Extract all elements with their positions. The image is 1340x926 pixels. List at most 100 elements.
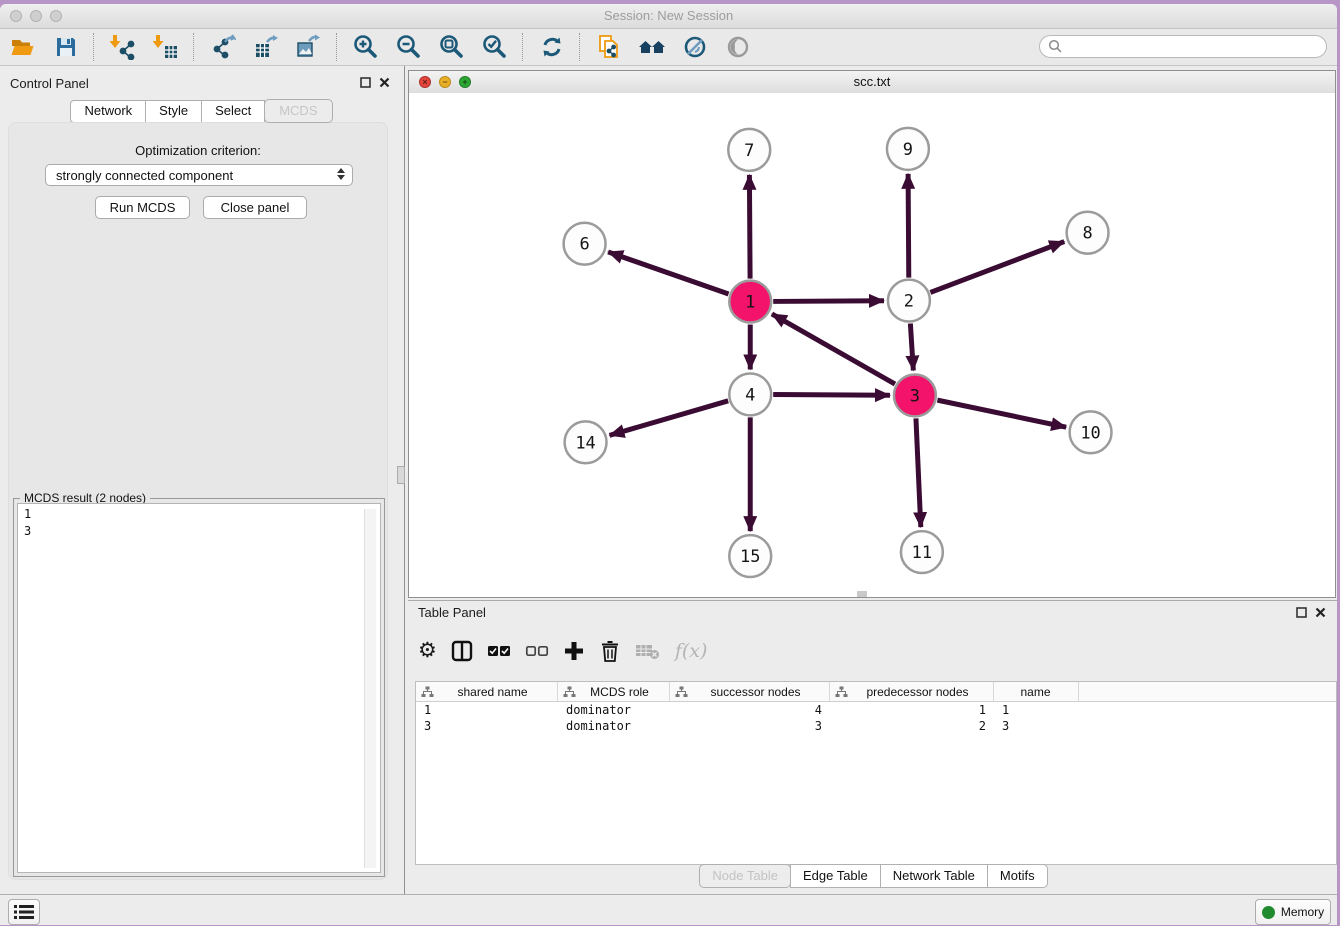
edge-2-3[interactable] (910, 323, 913, 370)
deselect-all-button[interactable] (525, 635, 549, 667)
graph-node-3[interactable]: 3 (894, 374, 936, 416)
memory-button[interactable]: Memory (1255, 899, 1331, 925)
edge-1-6[interactable] (608, 252, 728, 294)
edge-4-14[interactable] (610, 401, 729, 436)
cell-mcds-role[interactable]: dominator (558, 718, 670, 734)
list-icon (14, 904, 34, 920)
graph-node-2[interactable]: 2 (888, 280, 930, 322)
network-window-titlebar[interactable]: × − + scc.txt (409, 71, 1335, 94)
close-panel-icon[interactable] (379, 77, 390, 88)
column-header-predecessor-nodes[interactable]: predecessor nodes (830, 682, 994, 701)
cell-shared-name[interactable]: 1 (416, 702, 558, 718)
add-column-button[interactable] (563, 635, 585, 667)
cell-name[interactable]: 1 (994, 702, 1079, 718)
tab-edge-table[interactable]: Edge Table (790, 864, 881, 888)
control-panel: Control Panel Network Style Select MCDS … (0, 66, 404, 894)
zoom-out-button[interactable] (387, 30, 430, 64)
zoom-in-button[interactable] (344, 30, 387, 64)
toolbar-separator (336, 33, 338, 61)
mcds-result-text[interactable]: 1 3 (17, 503, 381, 873)
export-network-button[interactable] (201, 30, 244, 64)
tab-select[interactable]: Select (201, 100, 265, 123)
tab-node-table[interactable]: Node Table (699, 864, 791, 888)
cell-successor-nodes[interactable]: 3 (670, 718, 830, 734)
select-all-button[interactable] (487, 635, 511, 667)
graph-node-11[interactable]: 11 (901, 531, 943, 573)
graph-node-7[interactable]: 7 (728, 129, 770, 171)
cell-shared-name[interactable]: 3 (416, 718, 558, 734)
network-graph[interactable]: 1 2 3 4 6 7 8 9 10 11 14 15 (409, 93, 1335, 597)
optimization-criterion-select[interactable]: strongly connected component (45, 164, 353, 186)
graph-node-6[interactable]: 6 (564, 223, 606, 265)
tab-network[interactable]: Network (70, 100, 146, 123)
result-line: 1 (24, 506, 374, 523)
table-row[interactable]: 1 dominator 4 1 1 (416, 702, 1336, 718)
new-network-from-selection-button[interactable] (587, 30, 630, 64)
edge-2-8[interactable] (930, 242, 1064, 293)
hide-graphics-details-button[interactable] (716, 30, 759, 64)
graph-node-10[interactable]: 10 (1070, 411, 1112, 453)
import-network-button[interactable] (101, 30, 144, 64)
save-session-button[interactable] (44, 30, 87, 64)
float-panel-icon[interactable] (360, 77, 371, 88)
close-panel-icon[interactable] (1315, 607, 1326, 618)
tab-motifs[interactable]: Motifs (987, 864, 1048, 888)
zoom-fit-button[interactable] (430, 30, 473, 64)
column-header-name[interactable]: name (994, 682, 1079, 701)
edge-3-11[interactable] (916, 418, 921, 527)
search-icon (1048, 39, 1063, 54)
column-header-mcds-role[interactable]: MCDS role (558, 682, 670, 701)
edge-2-9[interactable] (908, 174, 909, 278)
tab-style[interactable]: Style (145, 100, 202, 123)
svg-text:1: 1 (745, 292, 755, 312)
tab-network-table[interactable]: Network Table (880, 864, 988, 888)
search-input[interactable] (1068, 39, 1326, 55)
graph-node-15[interactable]: 15 (729, 535, 771, 577)
cell-mcds-role[interactable]: dominator (558, 702, 670, 718)
edge-1-7[interactable] (749, 175, 750, 279)
graph-node-1[interactable]: 1 (729, 281, 771, 323)
first-neighbors-button[interactable] (630, 30, 673, 64)
float-panel-icon[interactable] (1296, 607, 1307, 618)
result-scrollbar[interactable] (364, 509, 376, 868)
run-mcds-button[interactable]: Run MCDS (95, 196, 190, 219)
cell-predecessor-nodes[interactable]: 1 (830, 702, 994, 718)
houses-icon (638, 33, 666, 61)
canvas-scroll-thumb[interactable] (857, 591, 867, 597)
edge-1-2[interactable] (773, 301, 884, 302)
graph-node-8[interactable]: 8 (1067, 212, 1109, 254)
tree-icon (835, 686, 848, 698)
zoom-selected-button[interactable] (473, 30, 516, 64)
apply-layout-button[interactable] (530, 30, 573, 64)
graph-node-14[interactable]: 14 (565, 421, 607, 463)
network-canvas[interactable]: 1 2 3 4 6 7 8 9 10 11 14 15 (409, 93, 1335, 597)
close-panel-button[interactable]: Close panel (203, 196, 307, 219)
graph-node-4[interactable]: 4 (729, 373, 771, 415)
export-image-button[interactable] (287, 30, 330, 64)
cell-predecessor-nodes[interactable]: 2 (830, 718, 994, 734)
show-graphics-details-button[interactable] (673, 30, 716, 64)
import-table-button[interactable] (144, 30, 187, 64)
graph-node-9[interactable]: 9 (887, 128, 929, 170)
cell-successor-nodes[interactable]: 4 (670, 702, 830, 718)
toolbar-separator (522, 33, 524, 61)
edge-3-10[interactable] (937, 400, 1066, 427)
tab-mcds[interactable]: MCDS (264, 99, 332, 123)
export-table-button[interactable] (244, 30, 287, 64)
copy-network-icon (596, 34, 622, 60)
table-row[interactable]: 3 dominator 3 2 3 (416, 718, 1336, 734)
edge-3-1[interactable] (772, 314, 895, 384)
export-network-icon (210, 34, 236, 60)
node-table[interactable]: shared name MCDS role successor nodes pr… (415, 681, 1337, 865)
toggle-columns-button[interactable] (451, 635, 473, 667)
search-box[interactable] (1039, 35, 1327, 58)
cell-name[interactable]: 3 (994, 718, 1079, 734)
edge-4-3[interactable] (773, 395, 890, 396)
show-console-button[interactable] (8, 899, 40, 925)
column-header-successor-nodes[interactable]: successor nodes (670, 682, 830, 701)
splitter-grip[interactable] (397, 466, 405, 484)
open-session-button[interactable] (1, 30, 44, 64)
table-settings-button[interactable]: ⚙ (418, 635, 437, 667)
column-header-shared-name[interactable]: shared name (416, 682, 558, 701)
delete-column-button[interactable] (599, 635, 621, 667)
